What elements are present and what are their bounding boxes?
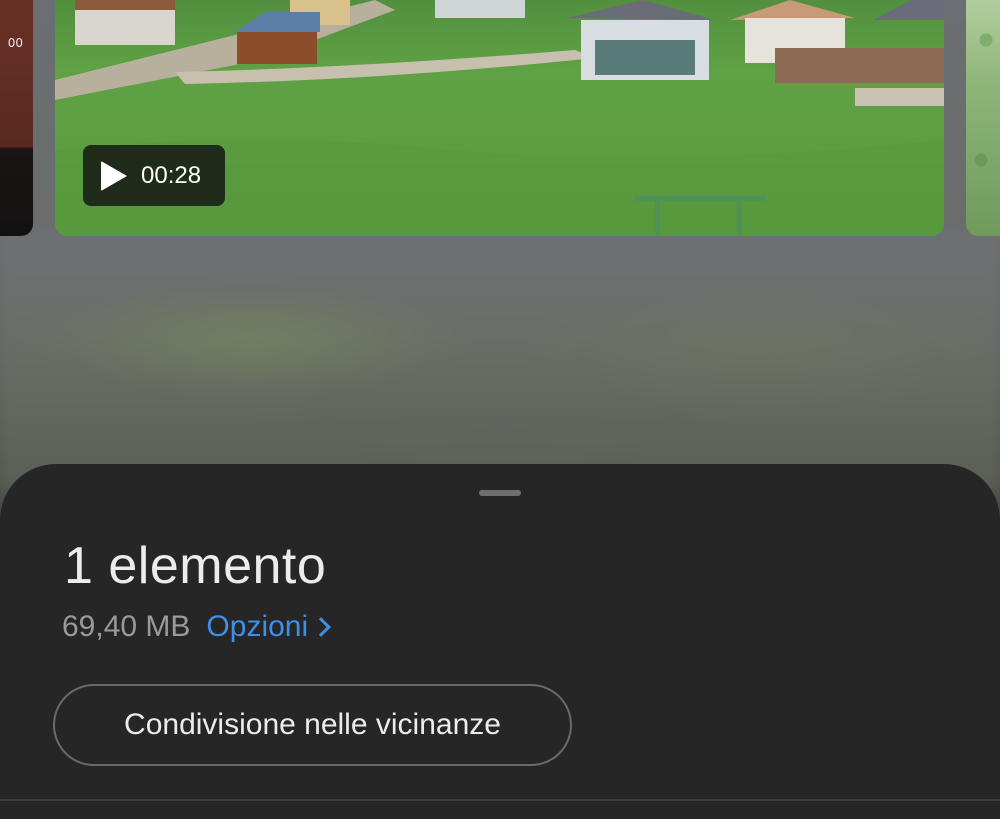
play-icon [101, 160, 127, 191]
drag-handle[interactable] [479, 490, 521, 496]
thumbnail-selected-video[interactable]: 00:28 [55, 0, 944, 236]
chevron-right-icon [311, 617, 332, 637]
nearby-share-button[interactable]: Condivisione nelle vicinanze [53, 684, 572, 766]
divider [0, 799, 1000, 801]
selection-size: 69,40 MB [62, 610, 191, 643]
thumbnail-badge: 00 [7, 36, 23, 50]
video-duration: 00:28 [141, 161, 202, 189]
options-label: Opzioni [206, 610, 309, 643]
share-bottom-sheet: 1 elemento 69,40 MB Opzioni Condivisione… [0, 464, 1000, 819]
selection-info-row: 69,40 MB Opzioni [62, 610, 332, 644]
thumbnail-next[interactable] [966, 0, 1000, 236]
options-link[interactable]: Opzioni [206, 610, 332, 644]
blurred-background [0, 230, 1000, 490]
gallery-share-screen: 00 00:28 1 elemento 69,40 MB Opzioni Con… [0, 0, 1000, 819]
selection-count: 1 elemento [64, 537, 327, 595]
thumbnail-previous[interactable]: 00 [0, 0, 33, 236]
video-duration-badge: 00:28 [83, 145, 225, 206]
